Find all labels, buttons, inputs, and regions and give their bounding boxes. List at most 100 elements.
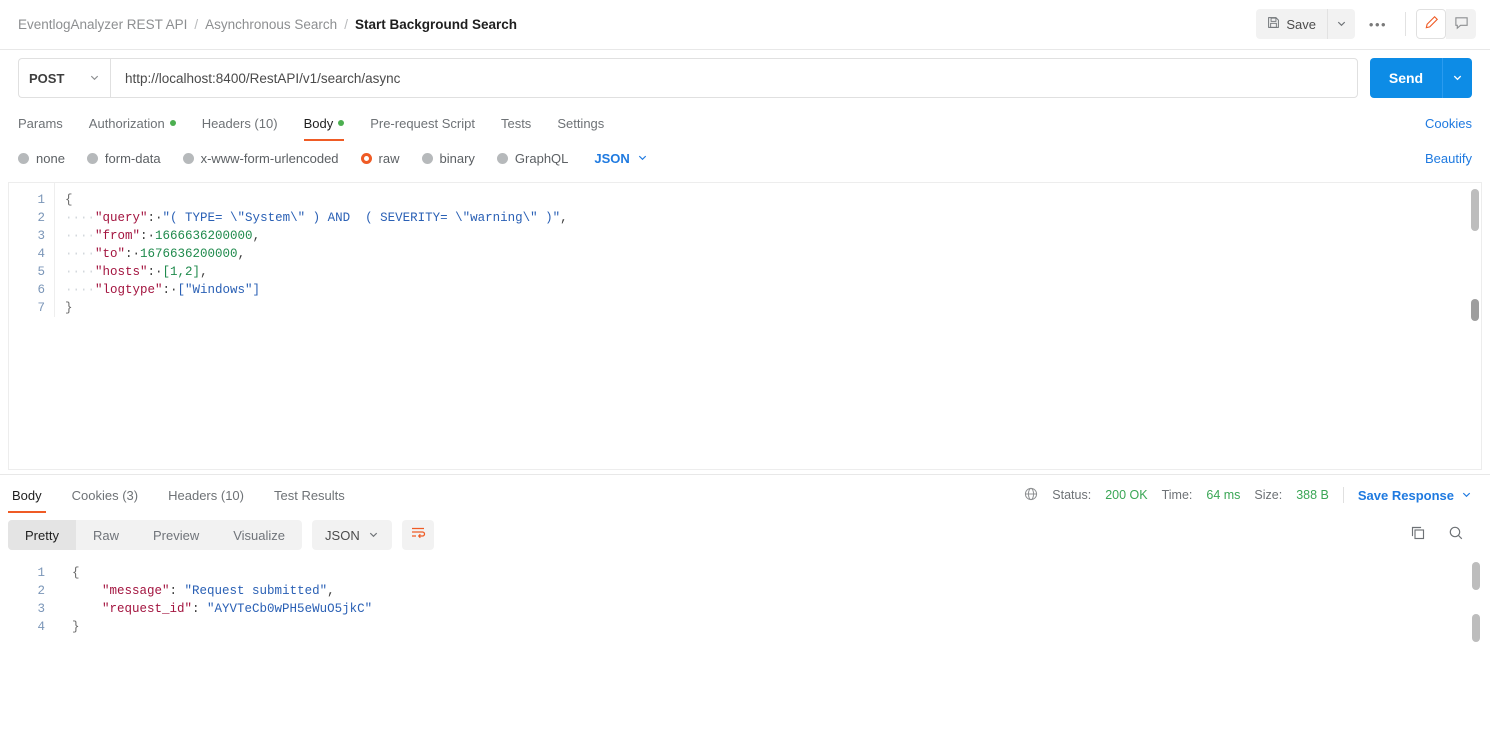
tab-settings-label: Settings bbox=[557, 115, 605, 131]
save-response-button[interactable]: Save Response bbox=[1358, 488, 1472, 503]
response-format-select[interactable]: JSON bbox=[312, 520, 392, 550]
response-tab-headers-label: Headers (10) bbox=[168, 487, 244, 503]
code-line: ····"from":·1666636200000, bbox=[65, 229, 261, 243]
body-format-select[interactable]: JSON bbox=[594, 151, 647, 166]
view-mode-group bbox=[1416, 9, 1476, 39]
comment-button[interactable] bbox=[1446, 9, 1476, 39]
body-type-urlencoded-label: x-www-form-urlencoded bbox=[200, 150, 339, 166]
body-type-none[interactable]: none bbox=[18, 151, 65, 166]
view-visualize[interactable]: Visualize bbox=[216, 520, 302, 550]
request-line-numbers: 1 2 3 4 5 6 7 bbox=[9, 183, 55, 317]
request-body-editor[interactable]: 1 2 3 4 5 6 7 { ····"query":·"( TYPE= \"… bbox=[8, 182, 1482, 470]
save-response-label: Save Response bbox=[1357, 487, 1454, 503]
body-type-graphql-label: GraphQL bbox=[514, 150, 569, 166]
line-number: 7 bbox=[37, 301, 45, 315]
line-number: 2 bbox=[37, 584, 45, 598]
time-value: 64 ms bbox=[1206, 488, 1241, 502]
pencil-icon bbox=[1424, 15, 1439, 33]
body-type-binary[interactable]: binary bbox=[421, 151, 475, 166]
http-method-select[interactable]: POST bbox=[18, 58, 110, 98]
response-scrollbar-thumb-bottom[interactable] bbox=[1472, 614, 1480, 642]
tab-authorization[interactable]: Authorization bbox=[89, 108, 176, 138]
breadcrumb-item-request[interactable]: Start Background Search bbox=[355, 17, 517, 32]
response-tab-bar: Body Cookies (3) Headers (10) Test Resul… bbox=[0, 480, 1490, 513]
tab-tests[interactable]: Tests bbox=[501, 108, 531, 138]
tab-body[interactable]: Body bbox=[303, 108, 345, 141]
body-type-none-label: none bbox=[36, 150, 65, 166]
body-type-raw[interactable]: raw bbox=[360, 150, 400, 166]
tab-headers[interactable]: Headers (10) bbox=[202, 108, 278, 138]
url-input[interactable] bbox=[110, 58, 1358, 98]
response-tab-test-results[interactable]: Test Results bbox=[270, 480, 349, 510]
top-bar: EventlogAnalyzer REST API / Asynchronous… bbox=[0, 0, 1490, 50]
response-code-lines: { "message": "Request submitted", "reque… bbox=[54, 556, 1482, 636]
code-line: { bbox=[65, 191, 1481, 209]
chevron-down-icon bbox=[1452, 71, 1463, 86]
request-editor-scrollbar[interactable] bbox=[1471, 189, 1479, 231]
json-key: "hosts" bbox=[95, 265, 148, 279]
code-line: ····"hosts":·[1,2], bbox=[65, 265, 208, 279]
search-icon[interactable] bbox=[1448, 525, 1464, 546]
comment-icon bbox=[1454, 15, 1469, 33]
status-value: 200 OK bbox=[1105, 488, 1148, 502]
breadcrumb-item-folder[interactable]: Asynchronous Search bbox=[205, 17, 337, 32]
modified-dot-icon bbox=[169, 120, 176, 126]
body-type-raw-label: raw bbox=[378, 150, 400, 166]
body-type-form-data-label: form-data bbox=[104, 150, 161, 166]
toolbar-divider bbox=[1405, 12, 1406, 36]
line-number: 4 bbox=[37, 247, 45, 261]
view-pretty[interactable]: Pretty bbox=[8, 520, 76, 550]
send-group: Send bbox=[1370, 58, 1472, 98]
response-tab-headers[interactable]: Headers (10) bbox=[164, 480, 248, 510]
body-type-graphql[interactable]: GraphQL bbox=[496, 150, 569, 166]
tab-settings[interactable]: Settings bbox=[557, 108, 604, 138]
response-view-controls: Pretty Raw Preview Visualize JSON bbox=[8, 518, 1482, 552]
copy-icon[interactable] bbox=[1410, 525, 1426, 546]
tab-params[interactable]: Params bbox=[18, 108, 63, 138]
code-line: ····"to":·1676636200000, bbox=[65, 247, 246, 261]
response-tab-cookies[interactable]: Cookies (3) bbox=[68, 480, 142, 510]
response-tab-cookies-label: Cookies (3) bbox=[71, 487, 139, 503]
url-row: POST Send bbox=[18, 58, 1472, 98]
tab-body-label: Body bbox=[303, 115, 334, 131]
save-options-button[interactable] bbox=[1327, 9, 1355, 39]
beautify-link[interactable]: Beautify bbox=[1425, 151, 1472, 166]
view-raw[interactable]: Raw bbox=[76, 520, 136, 550]
floppy-disk-icon bbox=[1267, 16, 1280, 32]
code-brace-close: } bbox=[65, 301, 73, 315]
time-label: Time: bbox=[1161, 488, 1193, 502]
code-line: } bbox=[72, 618, 1482, 636]
edit-mode-button[interactable] bbox=[1416, 9, 1446, 39]
tab-pre-request-script-label: Pre-request Script bbox=[370, 115, 475, 131]
tab-pre-request-script[interactable]: Pre-request Script bbox=[370, 108, 475, 138]
response-scrollbar-thumb-top[interactable] bbox=[1472, 562, 1480, 590]
more-actions-button[interactable]: ••• bbox=[1361, 9, 1395, 39]
breadcrumb-item-collection[interactable]: EventlogAnalyzer REST API bbox=[18, 17, 187, 32]
word-wrap-button[interactable] bbox=[401, 520, 434, 550]
request-editor-scrollbar-thumb[interactable] bbox=[1471, 299, 1479, 321]
send-options-button[interactable] bbox=[1442, 58, 1472, 98]
chevron-down-icon bbox=[368, 528, 379, 543]
word-wrap-icon bbox=[410, 525, 426, 546]
line-number: 5 bbox=[37, 265, 45, 279]
modified-dot-icon bbox=[338, 120, 345, 126]
save-button-label: Save bbox=[1286, 16, 1316, 32]
chevron-down-icon bbox=[89, 71, 100, 86]
radio-selected-icon bbox=[360, 152, 372, 164]
line-number: 1 bbox=[37, 566, 45, 580]
body-type-urlencoded[interactable]: x-www-form-urlencoded bbox=[182, 150, 339, 166]
request-code-lines[interactable]: { ····"query":·"( TYPE= \"System\" ) AND… bbox=[55, 183, 1481, 317]
globe-icon bbox=[1024, 487, 1038, 504]
save-button[interactable]: Save bbox=[1256, 9, 1327, 39]
response-body-viewer[interactable]: 1 2 3 4 { "message": "Request submitted"… bbox=[8, 556, 1482, 726]
code-line: { bbox=[72, 564, 1482, 582]
cookies-link[interactable]: Cookies bbox=[1425, 116, 1472, 131]
send-button[interactable]: Send bbox=[1370, 58, 1442, 98]
body-type-form-data[interactable]: form-data bbox=[86, 150, 161, 166]
postman-window: EventlogAnalyzer REST API / Asynchronous… bbox=[0, 0, 1490, 730]
json-value: 1666636200000 bbox=[155, 229, 253, 243]
json-value: 1676636200000 bbox=[140, 247, 238, 261]
view-preview[interactable]: Preview bbox=[136, 520, 216, 550]
response-tab-body[interactable]: Body bbox=[8, 480, 46, 513]
top-bar-actions: Save ••• bbox=[1256, 9, 1476, 39]
